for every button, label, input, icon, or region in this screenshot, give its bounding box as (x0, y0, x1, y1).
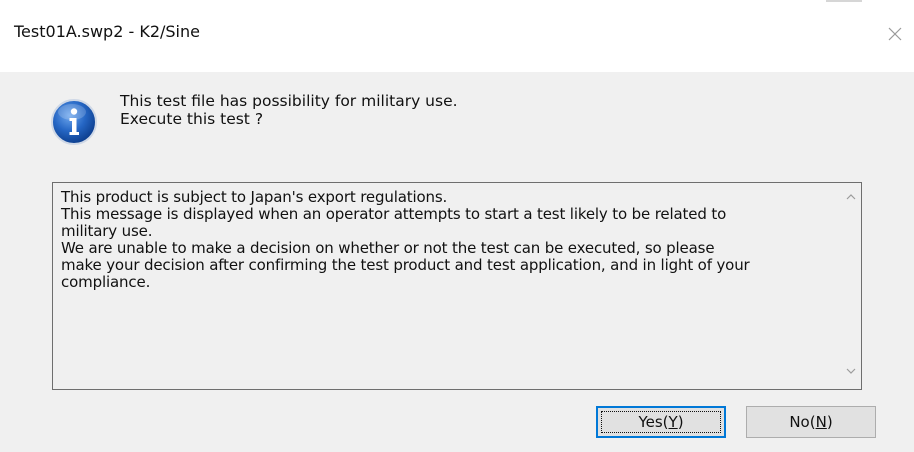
message-line-1: This test file has possibility for milit… (120, 92, 458, 110)
scroll-up-button[interactable] (841, 189, 861, 209)
window-title: Test01A.swp2 - K2/Sine (14, 22, 200, 41)
yes-label-prefix: Yes( (638, 413, 669, 431)
vertical-scrollbar[interactable] (841, 183, 861, 389)
no-button[interactable]: No(N) (746, 406, 876, 438)
title-bar: Test01A.swp2 - K2/Sine (0, 0, 914, 72)
message-line-2: Execute this test ? (120, 110, 264, 128)
close-icon (888, 27, 902, 41)
dialog-body: This test file has possibility for milit… (0, 72, 914, 452)
no-label-suffix: ) (826, 413, 833, 431)
yes-label-suffix: ) (677, 413, 684, 431)
info-icon (50, 98, 98, 146)
no-mnemonic: N (815, 413, 827, 431)
scroll-down-button[interactable] (841, 363, 861, 383)
message-text: This test file has possibility for milit… (120, 92, 458, 128)
chevron-up-icon (846, 194, 856, 200)
chevron-down-icon (846, 368, 856, 374)
title-bar-ghost-edge (826, 0, 862, 6)
dialog-window: Test01A.swp2 - K2/Sine This test file ha… (0, 0, 914, 452)
no-label-prefix: No( (789, 413, 816, 431)
close-button[interactable] (884, 22, 906, 46)
yes-mnemonic: Y (668, 413, 678, 431)
export-notice-text: This product is subject to Japan's expor… (61, 188, 750, 291)
yes-button[interactable]: Yes(Y) (596, 406, 726, 438)
export-notice-textbox[interactable]: This product is subject to Japan's expor… (52, 182, 862, 390)
